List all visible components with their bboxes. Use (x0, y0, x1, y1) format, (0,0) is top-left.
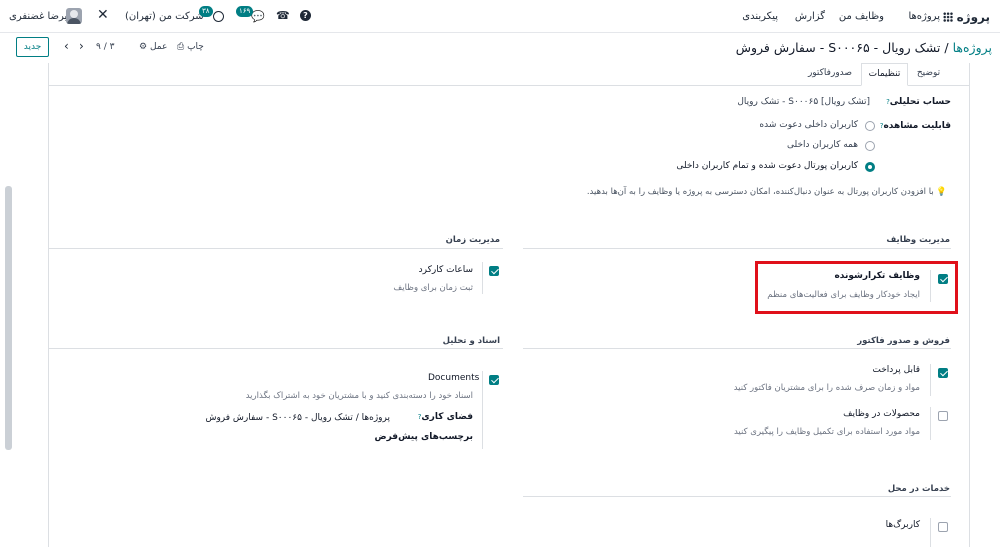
print-menu[interactable]: ⎙ چاپ (177, 42, 204, 52)
menu-configuration[interactable]: پیکربندی (742, 11, 778, 22)
section-title-field-services: خدمات در محل (887, 484, 950, 494)
option-divider (930, 407, 931, 440)
activity-clock-icon[interactable] (213, 11, 224, 22)
menu-reporting[interactable]: گزارش (795, 11, 825, 22)
analytic-account-label: حساب تحلیلی (889, 97, 951, 107)
next-record-icon[interactable]: › (79, 39, 84, 53)
action-menu[interactable]: ⚙ عمل (139, 42, 167, 52)
analytic-account-value[interactable]: [تشک رویال] S۰۰۰۶۵ - تشک رویال (737, 97, 870, 107)
radio-portal-and-internal[interactable] (865, 162, 875, 172)
documents-description: اسناد خود را دسته‌بندی کنید و با مشتریان… (245, 391, 473, 401)
scrollbar[interactable] (5, 186, 12, 450)
section-title-sales-invoicing: فروش و صدور فاکتور (857, 336, 950, 346)
record-title: تشک رویال - S۰۰۰۶۵ - سفارش فروش (735, 40, 941, 55)
visibility-option-label: همه کاربران داخلی (786, 140, 858, 150)
timesheets-title[interactable]: ساعات کارکرد (419, 265, 473, 275)
worksheets-title[interactable]: کاربرگ‌ها (886, 520, 920, 530)
portal-hint-text: با افزودن کاربران پورتال به عنوان دنبال‌… (586, 187, 934, 197)
visibility-field: قابلیت مشاهده? (879, 121, 951, 131)
tab-invoicing[interactable]: صدورفاکتور (800, 63, 860, 86)
section-title-documents-analysis: اسناد و تحلیل (442, 336, 500, 346)
workspace-value[interactable]: پروژه‌ها / تشک رویال - S۰۰۰۶۵ - سفارش فر… (205, 413, 390, 423)
section-divider (523, 248, 951, 249)
workspace-field: فضای کاری? (417, 412, 473, 422)
apps-menu[interactable]: پروژه (939, 10, 990, 24)
visibility-option-label: کاربران داخلی دعوت شده (759, 120, 858, 130)
new-button[interactable]: جدید (16, 37, 49, 57)
message-badge: ۱۶۹ (236, 6, 254, 17)
radio-all-internal[interactable] (865, 141, 875, 151)
documents-checkbox[interactable] (489, 375, 499, 385)
products-on-tasks-title[interactable]: محصولات در وظایف (843, 409, 920, 419)
company-switcher[interactable]: شرکت من (تهران) (125, 11, 204, 22)
option-divider (930, 518, 931, 547)
menu-projects[interactable]: پروژه‌ها (908, 11, 940, 22)
section-divider (48, 348, 503, 349)
radio-invited-internal[interactable] (865, 121, 875, 131)
section-title-task-management: مدیریت وظایف (886, 235, 950, 245)
products-on-tasks-description: مواد مورد استفاده برای تکمیل وظایف را پی… (733, 427, 920, 437)
breadcrumb-root[interactable]: پروژه‌ها (953, 40, 992, 55)
option-divider (482, 262, 483, 294)
debug-tools-icon[interactable]: ✕ (97, 7, 109, 23)
worksheets-checkbox[interactable] (938, 522, 948, 532)
documents-title[interactable]: Documents (428, 373, 479, 383)
timesheets-checkbox[interactable] (489, 266, 499, 276)
avatar[interactable] (66, 8, 82, 24)
help-icon[interactable]: ? (300, 10, 311, 21)
option-divider (930, 364, 931, 396)
control-panel: جدید ‹ › ۹ / ۳ ⚙ عمل ⎙ چاپ پروژه‌ها / تش… (0, 33, 1000, 63)
tab-description[interactable]: توضیح (909, 63, 948, 86)
top-navbar: پروژه پروژه‌ها وظایف من گزارش پیکربندی ع… (0, 0, 1000, 33)
option-divider (482, 371, 483, 449)
timesheets-description: ثبت زمان برای وظایف (393, 283, 473, 293)
pager-value[interactable]: ۹ / ۳ (96, 42, 114, 52)
lightbulb-icon: 💡 (936, 187, 947, 197)
chat-icon[interactable]: 💬 (251, 10, 265, 23)
tab-settings[interactable]: تنظیمات (861, 63, 908, 86)
action-label: عمل (149, 42, 168, 52)
visibility-option-label: کاربران پورتال دعوت شده و تمام کاربران د… (676, 161, 858, 171)
section-title-time-management: مدیریت زمان (445, 235, 500, 245)
app-name: پروژه (956, 10, 990, 24)
portal-hint: 💡 با افزودن کاربران پورتال به عنوان دنبا… (587, 187, 947, 197)
workspace-label: فضای کاری (421, 412, 473, 422)
products-on-tasks-checkbox[interactable] (938, 411, 948, 421)
section-divider (48, 248, 503, 249)
breadcrumb: پروژه‌ها / تشک رویال - S۰۰۰۶۵ - سفارش فر… (736, 40, 992, 55)
billable-title[interactable]: قابل پرداخت (872, 365, 920, 375)
grid-icon[interactable] (942, 12, 953, 22)
analytic-account-field: حساب تحلیلی? (886, 97, 951, 107)
prev-record-icon[interactable]: ‹ (64, 39, 69, 53)
breadcrumb-separator: / (944, 40, 949, 55)
highlight-box (755, 261, 958, 314)
section-divider (523, 496, 951, 497)
phone-icon[interactable]: ☎ (276, 9, 290, 22)
billable-checkbox[interactable] (938, 368, 948, 378)
printer-icon: ⎙ (177, 42, 185, 52)
billable-description: مواد و زمان صرف شده را برای مشتریان فاکت… (733, 383, 920, 393)
menu-my-tasks[interactable]: وظایف من (839, 11, 884, 22)
print-label: چاپ (187, 42, 204, 52)
visibility-label: قابلیت مشاهده (883, 121, 951, 131)
section-divider (523, 348, 951, 349)
default-tags-label: برچسب‌های پیش‌فرض (374, 432, 473, 442)
gear-icon: ⚙ (139, 42, 148, 52)
activity-badge: ۳۸ (199, 6, 213, 17)
